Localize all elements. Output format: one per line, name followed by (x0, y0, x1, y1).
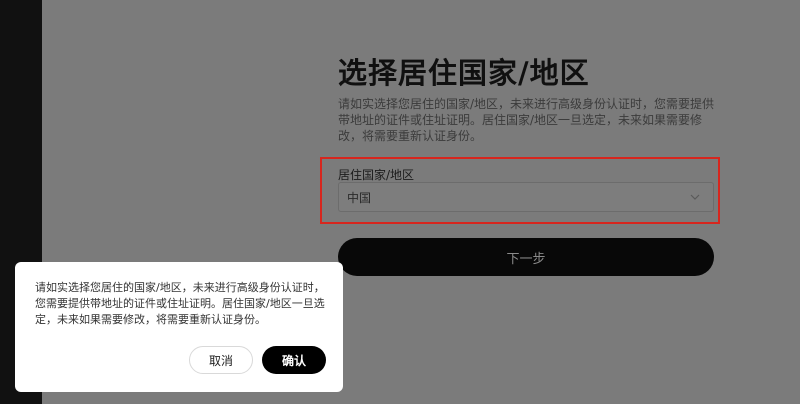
page-title: 选择居住国家/地区 (338, 56, 590, 90)
cancel-button[interactable]: 取消 (189, 346, 253, 374)
confirm-dialog: 请如实选择您居住的国家/地区，未来进行高级身份认证时，您需要提供带地址的证件或住… (15, 262, 343, 392)
dialog-message: 请如实选择您居住的国家/地区，未来进行高级身份认证时，您需要提供带地址的证件或住… (35, 281, 325, 326)
residence-select-value: 中国 (347, 190, 372, 205)
page-description: 请如实选择您居住的国家/地区，未来进行高级身份认证时，您需要提供带地址的证件或住… (338, 97, 715, 143)
residence-field-label: 居住国家/地区 (338, 168, 415, 182)
chevron-down-icon (690, 194, 700, 200)
confirm-button[interactable]: 确认 (262, 346, 326, 374)
residence-select[interactable]: 中国 (338, 182, 714, 212)
next-step-button[interactable]: 下一步 (338, 238, 714, 276)
